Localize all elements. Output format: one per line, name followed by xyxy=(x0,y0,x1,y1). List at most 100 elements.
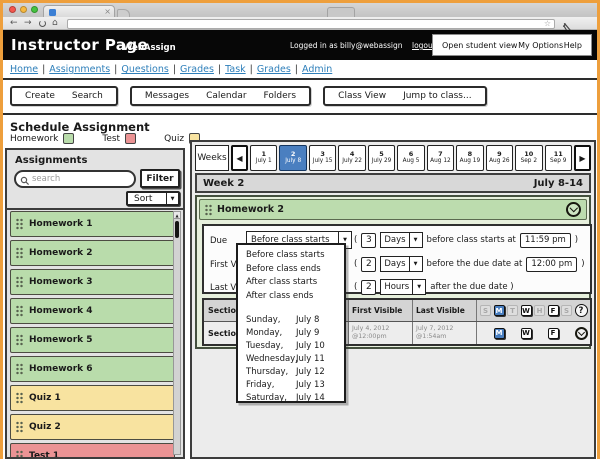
create-button[interactable]: Create xyxy=(25,91,55,101)
nav-link-task[interactable]: Task xyxy=(225,64,246,75)
menu-option-before-class-starts[interactable]: Before class starts xyxy=(238,249,344,263)
week-button-7[interactable]: 7Aug 12 xyxy=(427,145,454,171)
window-minimize-button[interactable] xyxy=(20,6,27,13)
drag-handle-icon[interactable] xyxy=(16,422,23,433)
my-options-button[interactable]: My Options xyxy=(518,41,563,50)
list-item-quiz-2[interactable]: Quiz 2 xyxy=(10,414,175,440)
nav-link-assignments[interactable]: Assignments xyxy=(49,64,110,75)
menu-option-wednesday[interactable]: Wednesday,July 11 xyxy=(238,353,344,366)
background-tab[interactable] xyxy=(327,7,355,17)
menu-option-thursday[interactable]: Thursday,July 12 xyxy=(238,366,344,379)
day-toggle-tue[interactable]: T xyxy=(507,305,518,316)
browser-tab[interactable]: × xyxy=(43,5,115,17)
class-view-button[interactable]: Class View xyxy=(338,91,386,101)
week-button-10[interactable]: 10Sep 2 xyxy=(515,145,542,171)
sort-dropdown[interactable]: Sort ▼ xyxy=(126,191,180,206)
section-day-fri[interactable]: F xyxy=(548,328,559,339)
help-icon[interactable]: ? xyxy=(575,304,588,317)
list-item-quiz-1[interactable]: Quiz 1 xyxy=(10,385,175,411)
home-icon[interactable]: ⌂ xyxy=(52,17,58,29)
drag-handle-icon[interactable] xyxy=(16,335,23,346)
section-day-wed[interactable]: W xyxy=(521,328,532,339)
jump-to-class-button[interactable]: Jump to class... xyxy=(403,91,472,101)
drag-handle-icon[interactable] xyxy=(16,306,23,317)
due-unit-select[interactable]: Days▼ xyxy=(380,232,422,248)
scroll-up-icon[interactable]: ▲ xyxy=(174,212,180,219)
nav-link-grades[interactable]: Grades xyxy=(180,64,214,75)
day-toggle-sat[interactable]: S xyxy=(561,305,572,316)
week-button-6[interactable]: 6Aug 5 xyxy=(397,145,424,171)
messages-button[interactable]: Messages xyxy=(145,91,189,101)
first-visible-time-input[interactable]: 12:00 pm xyxy=(526,257,577,272)
week-button-3[interactable]: 3July 15 xyxy=(309,145,336,171)
address-bar[interactable]: ☆ xyxy=(67,19,555,29)
drag-handle-icon[interactable] xyxy=(16,364,23,375)
week-button-2-selected[interactable]: 2July 8 xyxy=(279,145,306,171)
due-count-input[interactable]: 3 xyxy=(361,233,376,248)
new-tab-button[interactable] xyxy=(117,9,130,17)
nav-link-home[interactable]: Home xyxy=(10,64,38,75)
nav-link-grades-2[interactable]: Grades xyxy=(257,64,291,75)
week-button-5[interactable]: 5July 29 xyxy=(368,145,395,171)
week-button-4[interactable]: 4July 22 xyxy=(338,145,365,171)
week-button-9[interactable]: 9Aug 26 xyxy=(486,145,513,171)
day-toggle-thu[interactable]: H xyxy=(534,305,545,316)
nav-link-questions[interactable]: Questions xyxy=(121,64,168,75)
filter-button[interactable]: Filter xyxy=(140,169,180,188)
list-item-homework-1[interactable]: Homework 1 xyxy=(10,211,175,237)
day-toggle-mon[interactable]: M xyxy=(494,305,505,316)
weeks-next-button[interactable]: ▶ xyxy=(574,145,591,171)
menu-option-before-class-ends[interactable]: Before class ends xyxy=(238,263,344,277)
window-close-button[interactable] xyxy=(9,6,16,13)
week-button-1[interactable]: 1July 1 xyxy=(250,145,277,171)
folders-button[interactable]: Folders xyxy=(264,91,297,101)
drag-handle-icon[interactable] xyxy=(16,393,23,404)
list-item-homework-3[interactable]: Homework 3 xyxy=(10,269,175,295)
homework-2-bar[interactable]: Homework 2 xyxy=(199,199,587,220)
collapse-chevron-icon[interactable] xyxy=(566,202,581,217)
calendar-button[interactable]: Calendar xyxy=(206,91,246,101)
menu-option-after-class-starts[interactable]: After class starts xyxy=(238,276,344,290)
sidebar-scrollbar[interactable]: ▲ xyxy=(173,211,181,455)
menu-option-friday[interactable]: Friday,July 13 xyxy=(238,379,344,392)
weeks-prev-button[interactable]: ◀ xyxy=(231,145,248,171)
first-visible-unit-select[interactable]: Days▼ xyxy=(380,256,422,272)
nav-link-admin[interactable]: Admin xyxy=(302,64,332,75)
due-time-input[interactable]: 11:59 pm xyxy=(520,233,571,248)
menu-option-saturday[interactable]: Saturday,July 14 xyxy=(238,392,344,405)
expand-section-chevron-icon[interactable] xyxy=(575,327,588,340)
refresh-icon[interactable] xyxy=(39,20,46,27)
menu-option-tuesday[interactable]: Tuesday,July 10 xyxy=(238,340,344,353)
search-button[interactable]: Search xyxy=(72,91,103,101)
drag-handle-icon[interactable] xyxy=(16,277,23,288)
drag-handle-icon[interactable] xyxy=(16,451,23,459)
window-zoom-button[interactable] xyxy=(31,6,38,13)
menu-option-monday[interactable]: Monday,July 9 xyxy=(238,327,344,340)
forward-icon[interactable]: → xyxy=(24,17,32,29)
list-item-test-1[interactable]: Test 1 xyxy=(10,443,175,459)
list-item-homework-4[interactable]: Homework 4 xyxy=(10,298,175,324)
search-input[interactable] xyxy=(32,173,132,185)
week-button-11[interactable]: 11Sep 9 xyxy=(545,145,572,171)
help-button[interactable]: Help xyxy=(564,41,582,50)
drag-handle-icon[interactable] xyxy=(16,248,23,259)
day-toggle-sun[interactable]: S xyxy=(480,305,491,316)
section-day-mon[interactable]: M xyxy=(494,328,505,339)
last-visible-unit-select[interactable]: Hours▼ xyxy=(380,279,426,295)
menu-option-after-class-ends[interactable]: After class ends xyxy=(238,290,344,304)
scrollbar-thumb[interactable] xyxy=(175,221,179,238)
drag-handle-icon[interactable] xyxy=(205,204,212,215)
bookmark-star-icon[interactable]: ☆ xyxy=(544,19,551,28)
open-student-view-button[interactable]: Open student view xyxy=(442,41,517,50)
list-item-homework-2[interactable]: Homework 2 xyxy=(10,240,175,266)
back-icon[interactable]: ← xyxy=(10,17,18,29)
last-visible-count-input[interactable]: 2 xyxy=(361,280,376,295)
drag-handle-icon[interactable] xyxy=(16,219,23,230)
first-visible-count-input[interactable]: 2 xyxy=(361,257,376,272)
week-button-8[interactable]: 8Aug 19 xyxy=(456,145,483,171)
menu-option-sunday[interactable]: Sunday,July 8 xyxy=(238,314,344,327)
day-toggle-wed[interactable]: W xyxy=(521,305,532,316)
day-toggle-fri[interactable]: F xyxy=(548,305,559,316)
list-item-homework-6[interactable]: Homework 6 xyxy=(10,356,175,382)
list-item-homework-5[interactable]: Homework 5 xyxy=(10,327,175,353)
